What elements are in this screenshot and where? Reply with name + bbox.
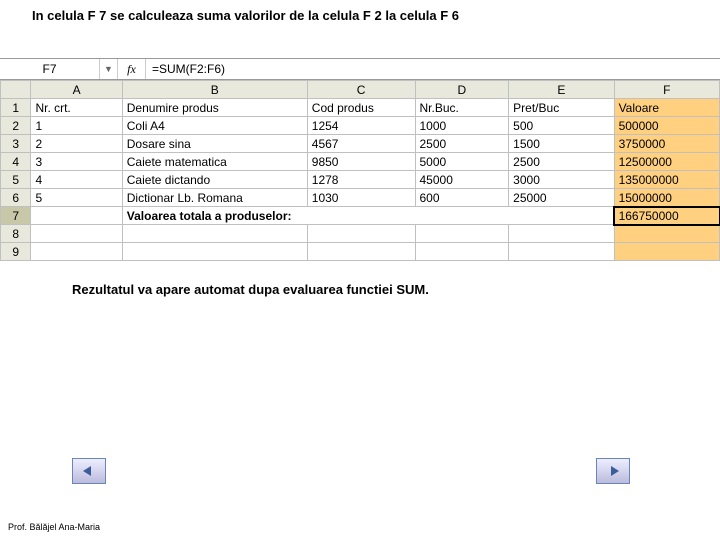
cell[interactable]: 600 xyxy=(415,189,509,207)
cell[interactable]: 3750000 xyxy=(614,135,719,153)
cell[interactable] xyxy=(509,243,614,261)
cell[interactable]: 1254 xyxy=(307,117,415,135)
cell[interactable]: Cod produs xyxy=(307,99,415,117)
arrow-right-icon xyxy=(605,464,621,478)
cell[interactable]: 1 xyxy=(31,117,122,135)
cell[interactable] xyxy=(614,243,719,261)
cell[interactable]: 12500000 xyxy=(614,153,719,171)
cell[interactable]: 4567 xyxy=(307,135,415,153)
page-title: In celula F 7 se calculeaza suma valoril… xyxy=(32,8,459,23)
col-header-E[interactable]: E xyxy=(509,81,614,99)
col-header-B[interactable]: B xyxy=(122,81,307,99)
cell[interactable]: 45000 xyxy=(415,171,509,189)
cell[interactable]: Pret/Buc xyxy=(509,99,614,117)
cell[interactable] xyxy=(307,225,415,243)
cell[interactable]: 3000 xyxy=(509,171,614,189)
cell[interactable]: Denumire produs xyxy=(122,99,307,117)
cell[interactable]: Nr.Buc. xyxy=(415,99,509,117)
cell[interactable]: Caiete matematica xyxy=(122,153,307,171)
spreadsheet: F7 ▼ fx =SUM(F2:F6) A B C D E F 1 Nr. cr… xyxy=(0,58,720,261)
row-header[interactable]: 1 xyxy=(1,99,31,117)
table-row: 4 3 Caiete matematica 9850 5000 2500 125… xyxy=(1,153,720,171)
cell[interactable]: 1000 xyxy=(415,117,509,135)
cell[interactable]: 2 xyxy=(31,135,122,153)
row-header[interactable]: 6 xyxy=(1,189,31,207)
cell[interactable] xyxy=(122,243,307,261)
cell[interactable]: 2500 xyxy=(415,135,509,153)
name-box[interactable]: F7 xyxy=(0,59,100,79)
row-header-selected[interactable]: 7 xyxy=(1,207,31,225)
col-header-A[interactable]: A xyxy=(31,81,122,99)
row-header[interactable]: 8 xyxy=(1,225,31,243)
arrow-left-icon xyxy=(81,464,97,478)
cell[interactable] xyxy=(31,243,122,261)
col-header-F[interactable]: F xyxy=(614,81,719,99)
table-row: 9 xyxy=(1,243,720,261)
footer-credit: Prof. Bălăjel Ana-Maria xyxy=(8,522,100,532)
cell[interactable] xyxy=(415,225,509,243)
cell[interactable]: Dosare sina xyxy=(122,135,307,153)
cell[interactable]: 15000000 xyxy=(614,189,719,207)
table-row: 3 2 Dosare sina 4567 2500 1500 3750000 xyxy=(1,135,720,153)
cell[interactable] xyxy=(307,243,415,261)
fx-icon[interactable]: fx xyxy=(118,59,146,79)
table-row: 5 4 Caiete dictando 1278 45000 3000 1350… xyxy=(1,171,720,189)
prev-button[interactable] xyxy=(72,458,106,484)
cell[interactable]: 5000 xyxy=(415,153,509,171)
cell[interactable]: Valoare xyxy=(614,99,719,117)
row-header[interactable]: 3 xyxy=(1,135,31,153)
formula-bar: F7 ▼ fx =SUM(F2:F6) xyxy=(0,58,720,80)
grid: A B C D E F 1 Nr. crt. Denumire produs C… xyxy=(0,80,720,261)
row-header[interactable]: 9 xyxy=(1,243,31,261)
cell[interactable]: 1278 xyxy=(307,171,415,189)
formula-input[interactable]: =SUM(F2:F6) xyxy=(146,59,720,79)
cell[interactable] xyxy=(614,225,719,243)
cell[interactable]: 4 xyxy=(31,171,122,189)
select-all-corner[interactable] xyxy=(1,81,31,99)
cell[interactable]: 5 xyxy=(31,189,122,207)
cell[interactable]: 1500 xyxy=(509,135,614,153)
cell[interactable]: 135000000 xyxy=(614,171,719,189)
col-header-C[interactable]: C xyxy=(307,81,415,99)
table-row: 1 Nr. crt. Denumire produs Cod produs Nr… xyxy=(1,99,720,117)
cell[interactable] xyxy=(415,243,509,261)
row-header[interactable]: 4 xyxy=(1,153,31,171)
cell[interactable]: Caiete dictando xyxy=(122,171,307,189)
table-row: 8 xyxy=(1,225,720,243)
caption-text: Rezultatul va apare automat dupa evaluar… xyxy=(72,282,429,297)
cell[interactable]: Nr. crt. xyxy=(31,99,122,117)
cell[interactable] xyxy=(509,225,614,243)
cell[interactable] xyxy=(31,207,122,225)
cell[interactable]: Coli A4 xyxy=(122,117,307,135)
cell[interactable]: 500000 xyxy=(614,117,719,135)
cell[interactable] xyxy=(122,225,307,243)
cell[interactable]: Dictionar Lb. Romana xyxy=(122,189,307,207)
selected-cell[interactable]: 166750000 xyxy=(614,207,719,225)
cell[interactable]: 2500 xyxy=(509,153,614,171)
name-box-dropdown[interactable]: ▼ xyxy=(100,59,118,79)
cell[interactable]: 500 xyxy=(509,117,614,135)
table-row: 2 1 Coli A4 1254 1000 500 500000 xyxy=(1,117,720,135)
row-header[interactable]: 5 xyxy=(1,171,31,189)
cell[interactable] xyxy=(31,225,122,243)
table-row: 6 5 Dictionar Lb. Romana 1030 600 25000 … xyxy=(1,189,720,207)
cell[interactable]: 3 xyxy=(31,153,122,171)
column-header-row: A B C D E F xyxy=(1,81,720,99)
row-header[interactable]: 2 xyxy=(1,117,31,135)
table-row-total: 7 Valoarea totala a produselor: 16675000… xyxy=(1,207,720,225)
cell[interactable]: 1030 xyxy=(307,189,415,207)
next-button[interactable] xyxy=(596,458,630,484)
cell[interactable]: 25000 xyxy=(509,189,614,207)
total-label-cell[interactable]: Valoarea totala a produselor: xyxy=(122,207,614,225)
cell[interactable]: 9850 xyxy=(307,153,415,171)
col-header-D[interactable]: D xyxy=(415,81,509,99)
